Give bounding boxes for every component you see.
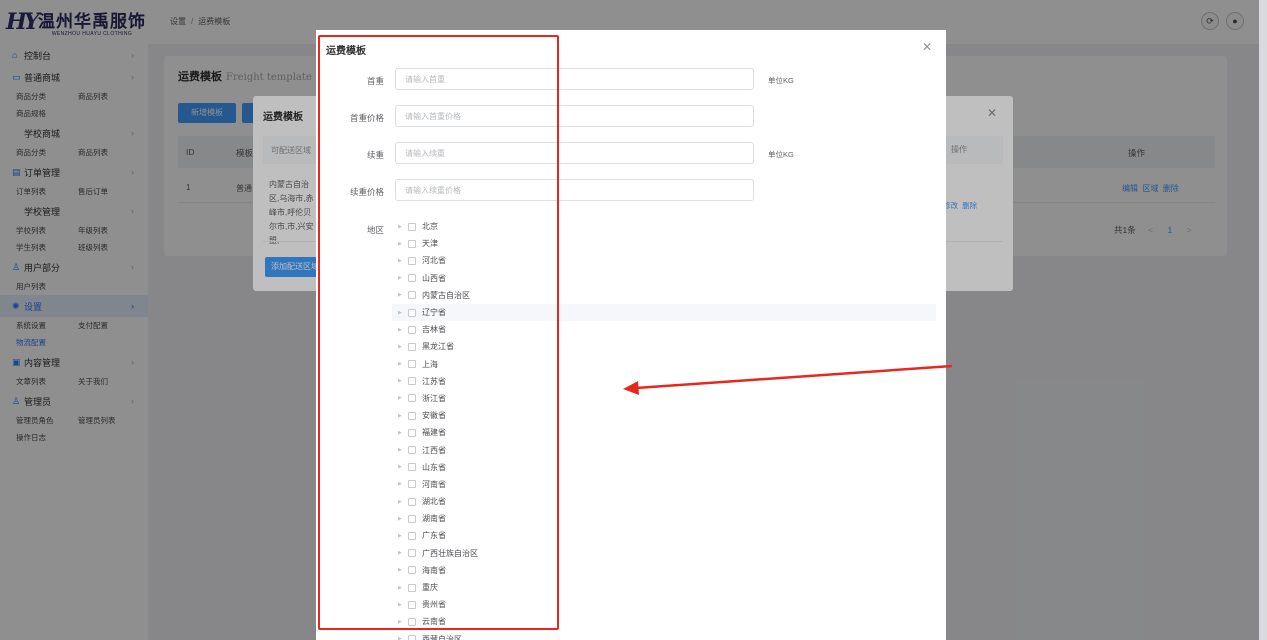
annotation-arrow	[623, 364, 953, 395]
